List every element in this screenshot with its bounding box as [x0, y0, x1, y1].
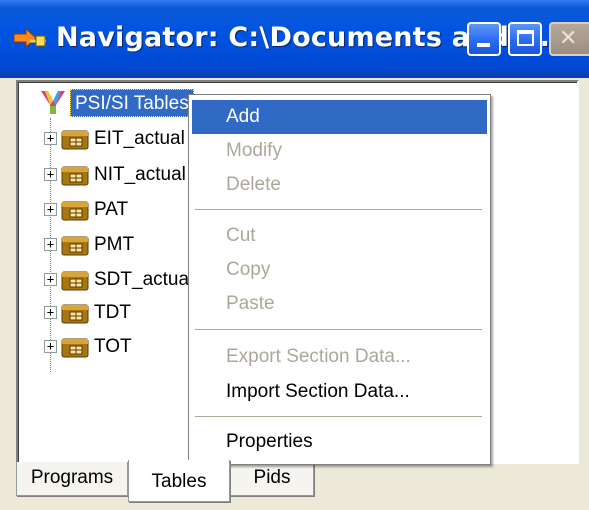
table-folder-icon	[61, 201, 89, 221]
menu-item-paste[interactable]: Paste	[192, 287, 487, 321]
context-menu: Add Modify Delete Cut Copy Paste Export …	[188, 94, 491, 465]
menu-separator	[195, 329, 482, 330]
table-folder-icon	[61, 166, 89, 186]
tree-root-label[interactable]: PSI/SI Tables	[70, 89, 194, 117]
menu-item-cut[interactable]: Cut	[192, 219, 487, 253]
expand-icon[interactable]: +	[44, 306, 57, 319]
table-folder-icon	[61, 271, 89, 291]
table-folder-icon	[61, 236, 89, 256]
menu-item-export-section-data[interactable]: Export Section Data...	[192, 340, 487, 374]
minimize-icon	[477, 43, 490, 47]
tab-tables[interactable]: Tables	[128, 460, 230, 502]
expand-icon[interactable]: +	[44, 238, 57, 251]
expand-icon[interactable]: +	[44, 203, 57, 216]
tab-programs[interactable]: Programs	[16, 462, 128, 496]
table-folder-icon	[61, 338, 89, 358]
funnel-icon	[41, 91, 65, 114]
maximize-button[interactable]	[508, 22, 542, 56]
menu-item-add[interactable]: Add	[192, 100, 487, 134]
tree-item-label: EIT_actual	[94, 128, 185, 149]
close-icon: ✕	[559, 26, 578, 51]
app-icon	[13, 27, 46, 49]
expand-icon[interactable]: +	[44, 168, 57, 181]
menu-item-import-section-data[interactable]: Import Section Data...	[192, 375, 487, 409]
table-folder-icon	[61, 130, 89, 150]
close-button[interactable]: ✕	[549, 22, 589, 56]
tab-pids[interactable]: Pids	[230, 462, 314, 496]
tree-item-label: SDT_actual	[94, 269, 194, 290]
menu-item-modify[interactable]: Modify	[192, 134, 487, 168]
tree-item-label: PAT	[94, 199, 129, 220]
maximize-icon	[517, 30, 534, 46]
tree-item-label: TOT	[94, 336, 132, 357]
tab-strip: Programs Tables Pids	[16, 460, 579, 508]
expand-icon[interactable]: +	[44, 273, 57, 286]
menu-separator	[195, 209, 482, 210]
title-bar[interactable]: Navigator: C:\Documents and ... ✕	[0, 0, 589, 78]
tree-item-label: NIT_actual	[94, 164, 186, 185]
menu-item-copy[interactable]: Copy	[192, 253, 487, 287]
menu-item-properties[interactable]: Properties	[192, 425, 487, 459]
menu-separator	[195, 416, 482, 417]
minimize-button[interactable]	[467, 22, 501, 56]
table-folder-icon	[61, 304, 89, 324]
menu-item-delete[interactable]: Delete	[192, 168, 487, 202]
expand-icon[interactable]: +	[44, 132, 57, 145]
tree-item-label: TDT	[94, 302, 131, 323]
expand-icon[interactable]: +	[44, 340, 57, 353]
tree-item-label: PMT	[94, 234, 135, 255]
